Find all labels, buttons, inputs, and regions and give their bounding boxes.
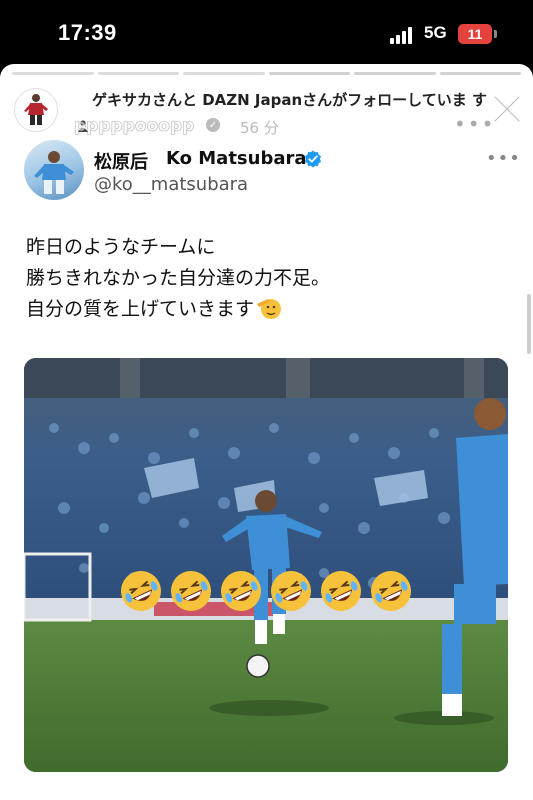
rofl-emoji-icon: [118, 568, 164, 614]
tweet-body: 昨日のようなチームに 勝ちきれなかった自分達の力不足。 自分の質を上げていきます: [26, 232, 516, 325]
saluting-face-emoji-icon: [256, 296, 282, 320]
story-header: ゲキサカさんと DAZN Japanさんがフォローしていま す pppppooo…: [14, 86, 521, 137]
story-progress-segment: [439, 72, 521, 75]
story-progress-segment: [354, 72, 436, 75]
rofl-emoji-icon: [218, 568, 264, 614]
rofl-emoji-icon: [168, 568, 214, 614]
tweet-author-handle: @ko__matsubara: [94, 174, 249, 195]
battery-level: 11: [467, 26, 483, 42]
rofl-emoji-icon: [368, 568, 414, 614]
story-user-avatar[interactable]: [14, 88, 58, 132]
emoji-row: [118, 568, 414, 614]
cellular-signal-icon: [390, 26, 418, 44]
status-bar: 17:39 5G 11: [0, 0, 533, 64]
status-time: 17:39: [58, 20, 117, 45]
tweet-line: 自分の質を上げていきます: [26, 298, 255, 320]
tweet-more-icon[interactable]: •••: [486, 148, 521, 169]
close-icon[interactable]: [490, 92, 524, 126]
scroll-indicator: [527, 294, 531, 354]
battery-icon: 11: [458, 24, 492, 44]
story-progress-segment: [268, 72, 350, 75]
follow-notice: ゲキサカさんと DAZN Japanさんがフォローしていま す: [92, 91, 487, 109]
story-viewer[interactable]: ゲキサカさんと DAZN Japanさんがフォローしていま す pppppooo…: [0, 64, 533, 800]
rofl-emoji-icon: [268, 568, 314, 614]
tweet-line: 勝ちきれなかった自分達の力不足。: [26, 267, 331, 289]
battery-nub: [494, 30, 497, 38]
tweet-author-avatar[interactable]: [24, 140, 84, 200]
story-progress-bar: [12, 72, 521, 75]
tweet-photo[interactable]: [24, 358, 508, 772]
verified-badge-icon: [304, 150, 322, 168]
story-progress-segment: [183, 72, 265, 75]
tweet-line-with-emoji: 自分の質を上げていきます: [26, 294, 516, 325]
tweet-author-name: Ko Matsubara: [166, 148, 307, 169]
story-time-ago: 56 分: [240, 119, 279, 137]
story-progress-segment: [12, 72, 94, 75]
verified-icon: ✓: [206, 118, 220, 132]
tweet-line: 昨日のようなチームに: [26, 236, 216, 258]
network-type: 5G: [424, 23, 447, 42]
rofl-emoji-icon: [318, 568, 364, 614]
story-username[interactable]: pppppooopp: [74, 116, 195, 137]
story-progress-segment: [97, 72, 179, 75]
tweet-author-name-jp: 松原后: [94, 152, 148, 173]
